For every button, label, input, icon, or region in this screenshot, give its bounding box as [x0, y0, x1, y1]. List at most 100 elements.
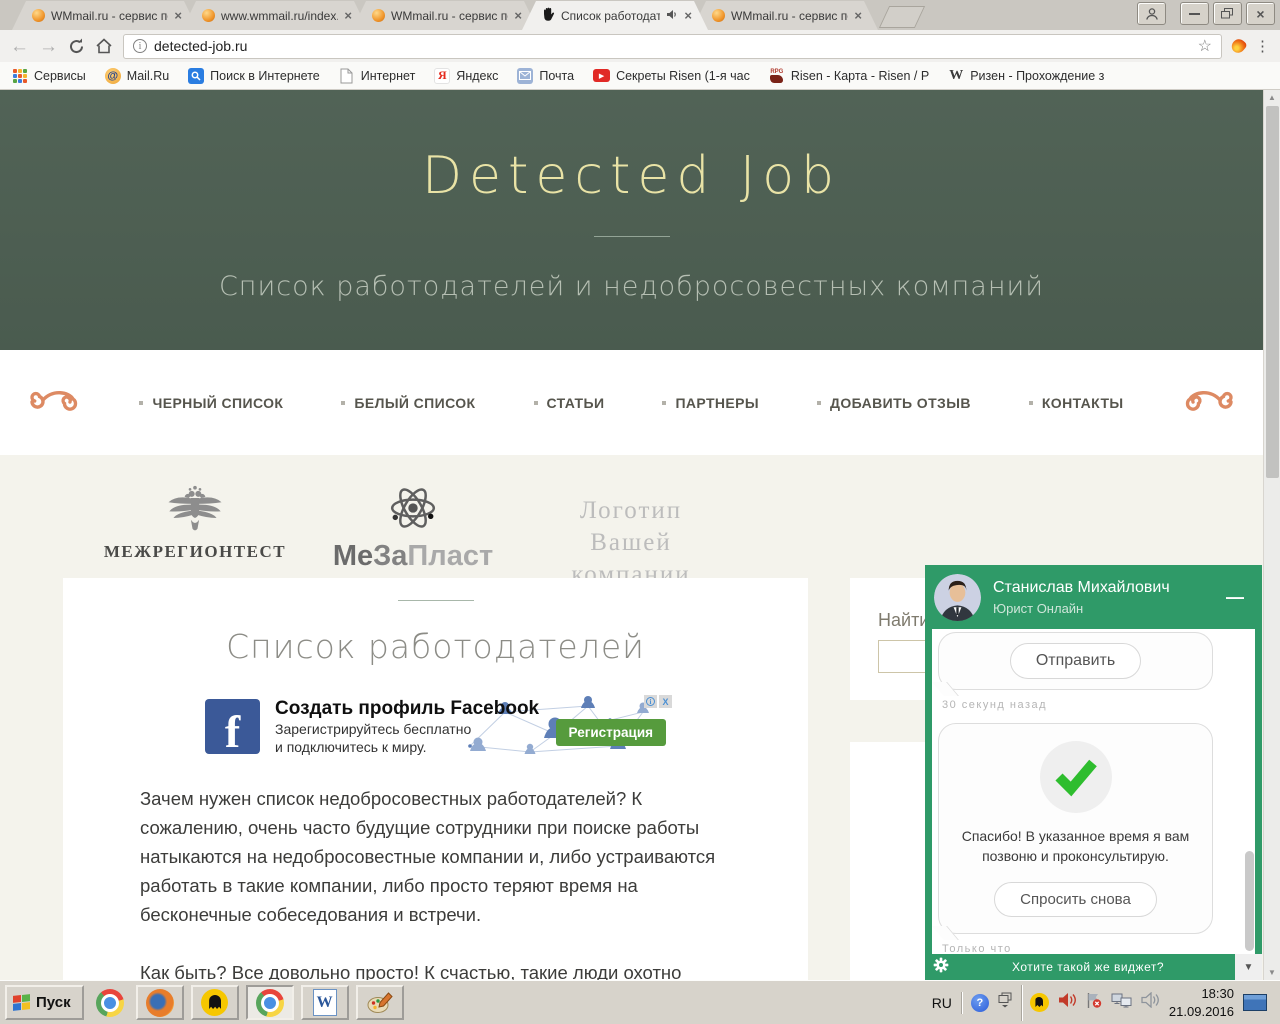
close-button[interactable]: × [1246, 2, 1275, 25]
ad-title: Создать профиль Facebook [275, 698, 540, 719]
scroll-up-icon[interactable]: ▲ [1264, 93, 1280, 102]
forward-icon[interactable]: → [39, 37, 58, 56]
help-icon[interactable]: ? [970, 993, 989, 1012]
nav-white-list[interactable]: БЕЛЫЙ СПИСОК [341, 395, 475, 411]
tab-detected-job-active[interactable]: Список работодателей × [522, 1, 708, 30]
partner-logos-band: МЕЖРЕГИОНТЕСТ МеЗаПласт Логотип Вашей ко… [0, 455, 1263, 588]
chat-scrollbar-thumb[interactable] [1245, 851, 1254, 951]
nav-label: БЕЛЫЙ СПИСОК [354, 394, 476, 411]
nav-add-review[interactable]: ДОБАВИТЬ ОТЗЫВ [817, 395, 971, 411]
security-alert-flag-icon[interactable] [1086, 992, 1102, 1014]
bookmark-mailru[interactable]: @ Mail.Ru [104, 67, 169, 84]
taskbar: Пуск W RU ? 18:30 21.09.2016 [0, 980, 1280, 1024]
bookmark-star-icon[interactable]: ☆ [1198, 36, 1212, 56]
start-button[interactable]: Пуск [5, 985, 84, 1020]
language-indicator[interactable]: RU [932, 995, 952, 1011]
chat-minimize-icon[interactable]: — [1220, 587, 1250, 608]
gear-icon[interactable] [933, 957, 949, 978]
logo-mezaplast[interactable]: МеЗаПласт [313, 483, 513, 573]
tab-close-icon[interactable]: × [514, 9, 522, 22]
cyberghost-tray-icon[interactable] [1029, 993, 1049, 1012]
bookmark-label: Сервисы [34, 68, 86, 83]
new-tab-button[interactable] [878, 6, 926, 28]
bookmark-internet-search[interactable]: Поиск в Интернете [188, 67, 320, 84]
volume-icon[interactable] [1141, 991, 1160, 1013]
taskbar-cyberghost[interactable] [190, 985, 239, 1020]
nav-partners[interactable]: ПАРТНЕРЫ [662, 395, 759, 411]
taskbar-chrome-active[interactable] [245, 985, 294, 1020]
tab-title: WMmail.ru - сервис почтов [731, 8, 848, 23]
ask-again-button[interactable]: Спросить снова [994, 881, 1157, 917]
page-scrollbar[interactable]: ▲ ▼ [1263, 90, 1280, 980]
tray-time: 18:30 [1201, 985, 1234, 1001]
taskbar-paint[interactable] [355, 985, 404, 1020]
nav-label: ЧЕРНЫЙ СПИСОК [152, 394, 284, 411]
chat-body: Отправить 30 секунд назад Спасибо! В ука… [932, 629, 1255, 954]
profile-button[interactable] [1137, 2, 1166, 25]
volume-red-icon[interactable] [1058, 992, 1077, 1013]
reload-icon[interactable] [68, 38, 85, 55]
ad-register-button[interactable]: Регистрация [555, 719, 666, 746]
tab-title: WMmail.ru - сервис почтов [391, 8, 508, 23]
bookmark-risen-walkthrough[interactable]: W Ризен - Прохождение з [948, 68, 1104, 84]
logo-mezhregiontest[interactable]: МЕЖРЕГИОНТЕСТ [95, 483, 295, 562]
bookmark-mail[interactable]: Почта [517, 67, 574, 84]
tab-wmmail-1[interactable]: WMmail.ru - сервис почтов × [12, 1, 198, 30]
url-text[interactable]: detected-job.ru [154, 38, 1191, 54]
send-button[interactable]: Отправить [1009, 643, 1142, 679]
tab-close-icon[interactable]: × [174, 9, 182, 22]
page-title: Список работодателей [226, 627, 645, 666]
nav-black-list[interactable]: ЧЕРНЫЙ СПИСОК [139, 395, 283, 411]
back-icon[interactable]: ← [10, 37, 29, 56]
adchoices-info-icon[interactable]: i [644, 695, 657, 708]
minimize-button[interactable] [1180, 2, 1209, 25]
ad-close-icon[interactable]: X [659, 695, 672, 708]
nav-articles[interactable]: СТАТЬИ [533, 395, 605, 411]
bullet-icon [139, 400, 144, 405]
extension-flame-icon[interactable] [1229, 36, 1248, 56]
site-subtitle: Список работодателей и недобросовестных … [218, 271, 1045, 302]
taskbar-firefox[interactable] [135, 985, 184, 1020]
taskbar-word[interactable]: W [300, 985, 349, 1020]
scroll-down-icon[interactable]: ▼ [1264, 968, 1280, 977]
tab-wmmail-4[interactable]: WMmail.ru - сервис почтов × [692, 1, 878, 30]
bookmark-risen-secrets[interactable]: ▶ Секреты Risen (1-я час [593, 69, 750, 83]
widget-promo-link[interactable]: Хотите такой же виджет? [949, 960, 1227, 974]
main-content-card: Список работодателей f Создать профиль F… [63, 578, 808, 980]
facebook-ad-banner[interactable]: f Создать профиль Facebook Зарегистрируй… [205, 695, 672, 758]
quicklaunch-chrome[interactable] [91, 988, 129, 1017]
bookmark-risen-map[interactable]: RPG Risen - Карта - Risen / Р [769, 68, 929, 84]
chat-bubble-thanks: Спасибо! В указанное время я вам позвоню… [938, 723, 1213, 934]
mailru-icon: @ [104, 67, 121, 84]
bookmark-internet[interactable]: Интернет [339, 68, 415, 84]
nav-contacts[interactable]: КОНТАКТЫ [1028, 395, 1124, 411]
tray-expand-icon[interactable] [998, 992, 1012, 1013]
tray-date: 21.09.2016 [1168, 1003, 1234, 1019]
bookmark-services[interactable]: Сервисы [12, 68, 86, 84]
chat-footer[interactable]: Хотите такой же виджет? [925, 954, 1235, 980]
nav-label: ПАРТНЕРЫ [675, 394, 760, 411]
tab-audio-icon[interactable] [666, 9, 678, 23]
bookmark-yandex[interactable]: Я Яндекс [434, 67, 498, 84]
tab-close-icon[interactable]: × [684, 9, 692, 22]
bookmarks-bar: Сервисы @ Mail.Ru Поиск в Интернете Инте… [0, 62, 1280, 90]
tab-close-icon[interactable]: × [854, 9, 862, 22]
restore-button[interactable] [1213, 2, 1242, 25]
tab-wmmail-3[interactable]: WMmail.ru - сервис почтов × [352, 1, 538, 30]
scrollbar-thumb[interactable] [1266, 106, 1279, 478]
chat-collapse-icon[interactable]: ▼ [1235, 954, 1262, 980]
wmmail-favicon [712, 9, 725, 22]
article-text: Зачем нужен список недобросовестных рабо… [140, 784, 723, 980]
address-bar[interactable]: i detected-job.ru ☆ [123, 33, 1222, 59]
tab-close-icon[interactable]: × [344, 9, 352, 22]
system-tray: RU ? 18:30 21.09.2016 [932, 984, 1275, 1021]
bullet-icon [817, 400, 822, 405]
tab-wmmail-2[interactable]: www.wmmail.ru/index.php? × [182, 1, 368, 30]
network-icon[interactable] [1111, 993, 1132, 1013]
logo-placeholder[interactable]: Логотип Вашей компании [531, 483, 731, 591]
menu-dots-icon[interactable]: ⋮ [1255, 37, 1270, 55]
home-icon[interactable] [95, 38, 113, 54]
tray-clock[interactable]: 18:30 21.09.2016 [1169, 985, 1234, 1020]
show-desktop-icon[interactable] [1243, 994, 1267, 1011]
page-info-icon[interactable]: i [133, 39, 147, 53]
